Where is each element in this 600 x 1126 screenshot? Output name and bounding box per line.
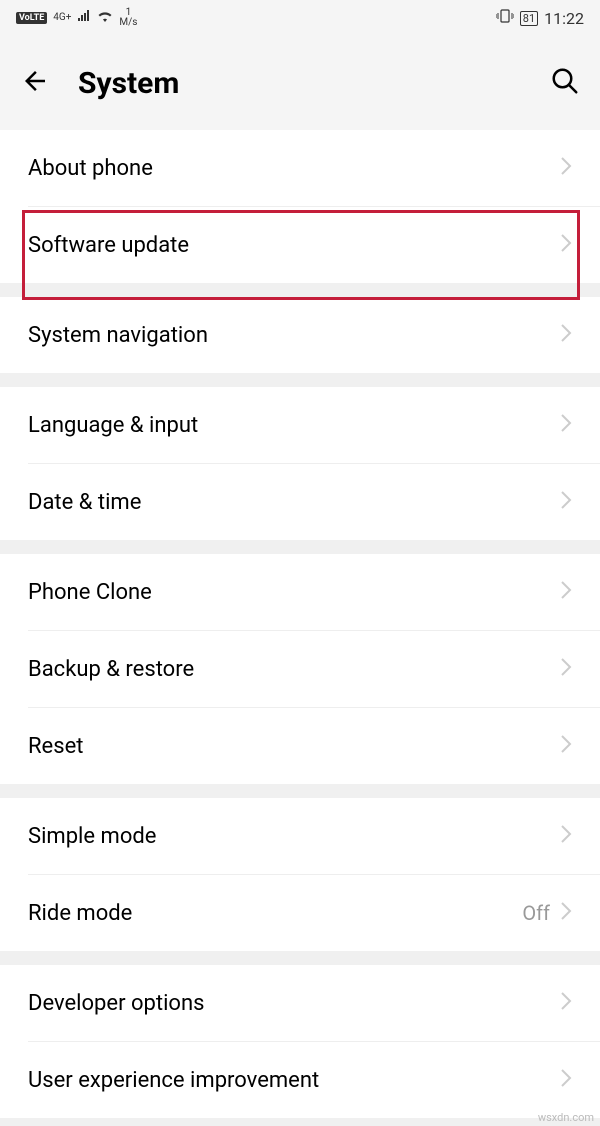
chevron-right-icon — [560, 734, 572, 758]
row-label: Backup & restore — [28, 657, 560, 682]
chevron-right-icon — [560, 901, 572, 925]
row-label: Date & time — [28, 490, 560, 515]
settings-group: Developer options User experience improv… — [0, 965, 600, 1118]
row-label: Ride mode — [28, 901, 522, 926]
row-label: Reset — [28, 734, 560, 759]
row-label: About phone — [28, 156, 560, 181]
settings-group: Simple mode Ride mode Off — [0, 798, 600, 951]
row-label: Simple mode — [28, 824, 560, 849]
page-title: System — [78, 66, 522, 101]
chevron-right-icon — [560, 580, 572, 604]
row-label: Phone Clone — [28, 580, 560, 605]
back-icon[interactable] — [20, 66, 50, 100]
watermark: wsxdn.com — [538, 1111, 594, 1124]
row-user-experience-improvement[interactable]: User experience improvement — [0, 1042, 600, 1118]
clock: 11:22 — [544, 9, 584, 28]
row-label: System navigation — [28, 323, 560, 348]
row-about-phone[interactable]: About phone — [0, 130, 600, 206]
chevron-right-icon — [560, 413, 572, 437]
wifi-icon — [97, 10, 113, 26]
chevron-right-icon — [560, 1068, 572, 1092]
chevron-right-icon — [560, 991, 572, 1015]
row-system-navigation[interactable]: System navigation — [0, 297, 600, 373]
row-reset[interactable]: Reset — [0, 708, 600, 784]
settings-group: Phone Clone Backup & restore Reset — [0, 554, 600, 784]
network-speed: 1 M/s — [119, 8, 137, 28]
settings-group: Language & input Date & time — [0, 387, 600, 540]
volte-badge: VoLTE — [16, 12, 47, 24]
signal-icon — [77, 10, 91, 26]
battery-indicator: 81 — [520, 11, 538, 26]
chevron-right-icon — [560, 490, 572, 514]
chevron-right-icon — [560, 323, 572, 347]
row-label: Software update — [28, 233, 560, 258]
row-date-time[interactable]: Date & time — [0, 464, 600, 540]
settings-group: About phone Software update — [0, 130, 600, 283]
settings-group: System navigation — [0, 297, 600, 373]
settings-list: About phone Software update System navig… — [0, 130, 600, 1118]
vibrate-icon — [496, 9, 514, 27]
row-ride-mode[interactable]: Ride mode Off — [0, 875, 600, 951]
row-value: Off — [522, 901, 550, 925]
row-label: User experience improvement — [28, 1068, 560, 1093]
row-software-update[interactable]: Software update — [0, 207, 600, 283]
status-right: 81 11:22 — [496, 9, 584, 28]
status-left: VoLTE 4G+ 1 M/s — [16, 8, 137, 28]
network-type: 4G+ — [53, 13, 71, 23]
search-icon[interactable] — [550, 66, 580, 100]
header: System — [0, 36, 600, 130]
row-backup-restore[interactable]: Backup & restore — [0, 631, 600, 707]
status-bar: VoLTE 4G+ 1 M/s 81 11:22 — [0, 0, 600, 36]
chevron-right-icon — [560, 657, 572, 681]
chevron-right-icon — [560, 233, 572, 257]
row-phone-clone[interactable]: Phone Clone — [0, 554, 600, 630]
row-label: Language & input — [28, 413, 560, 438]
chevron-right-icon — [560, 824, 572, 848]
row-language-input[interactable]: Language & input — [0, 387, 600, 463]
row-simple-mode[interactable]: Simple mode — [0, 798, 600, 874]
row-label: Developer options — [28, 991, 560, 1016]
chevron-right-icon — [560, 156, 572, 180]
row-developer-options[interactable]: Developer options — [0, 965, 600, 1041]
